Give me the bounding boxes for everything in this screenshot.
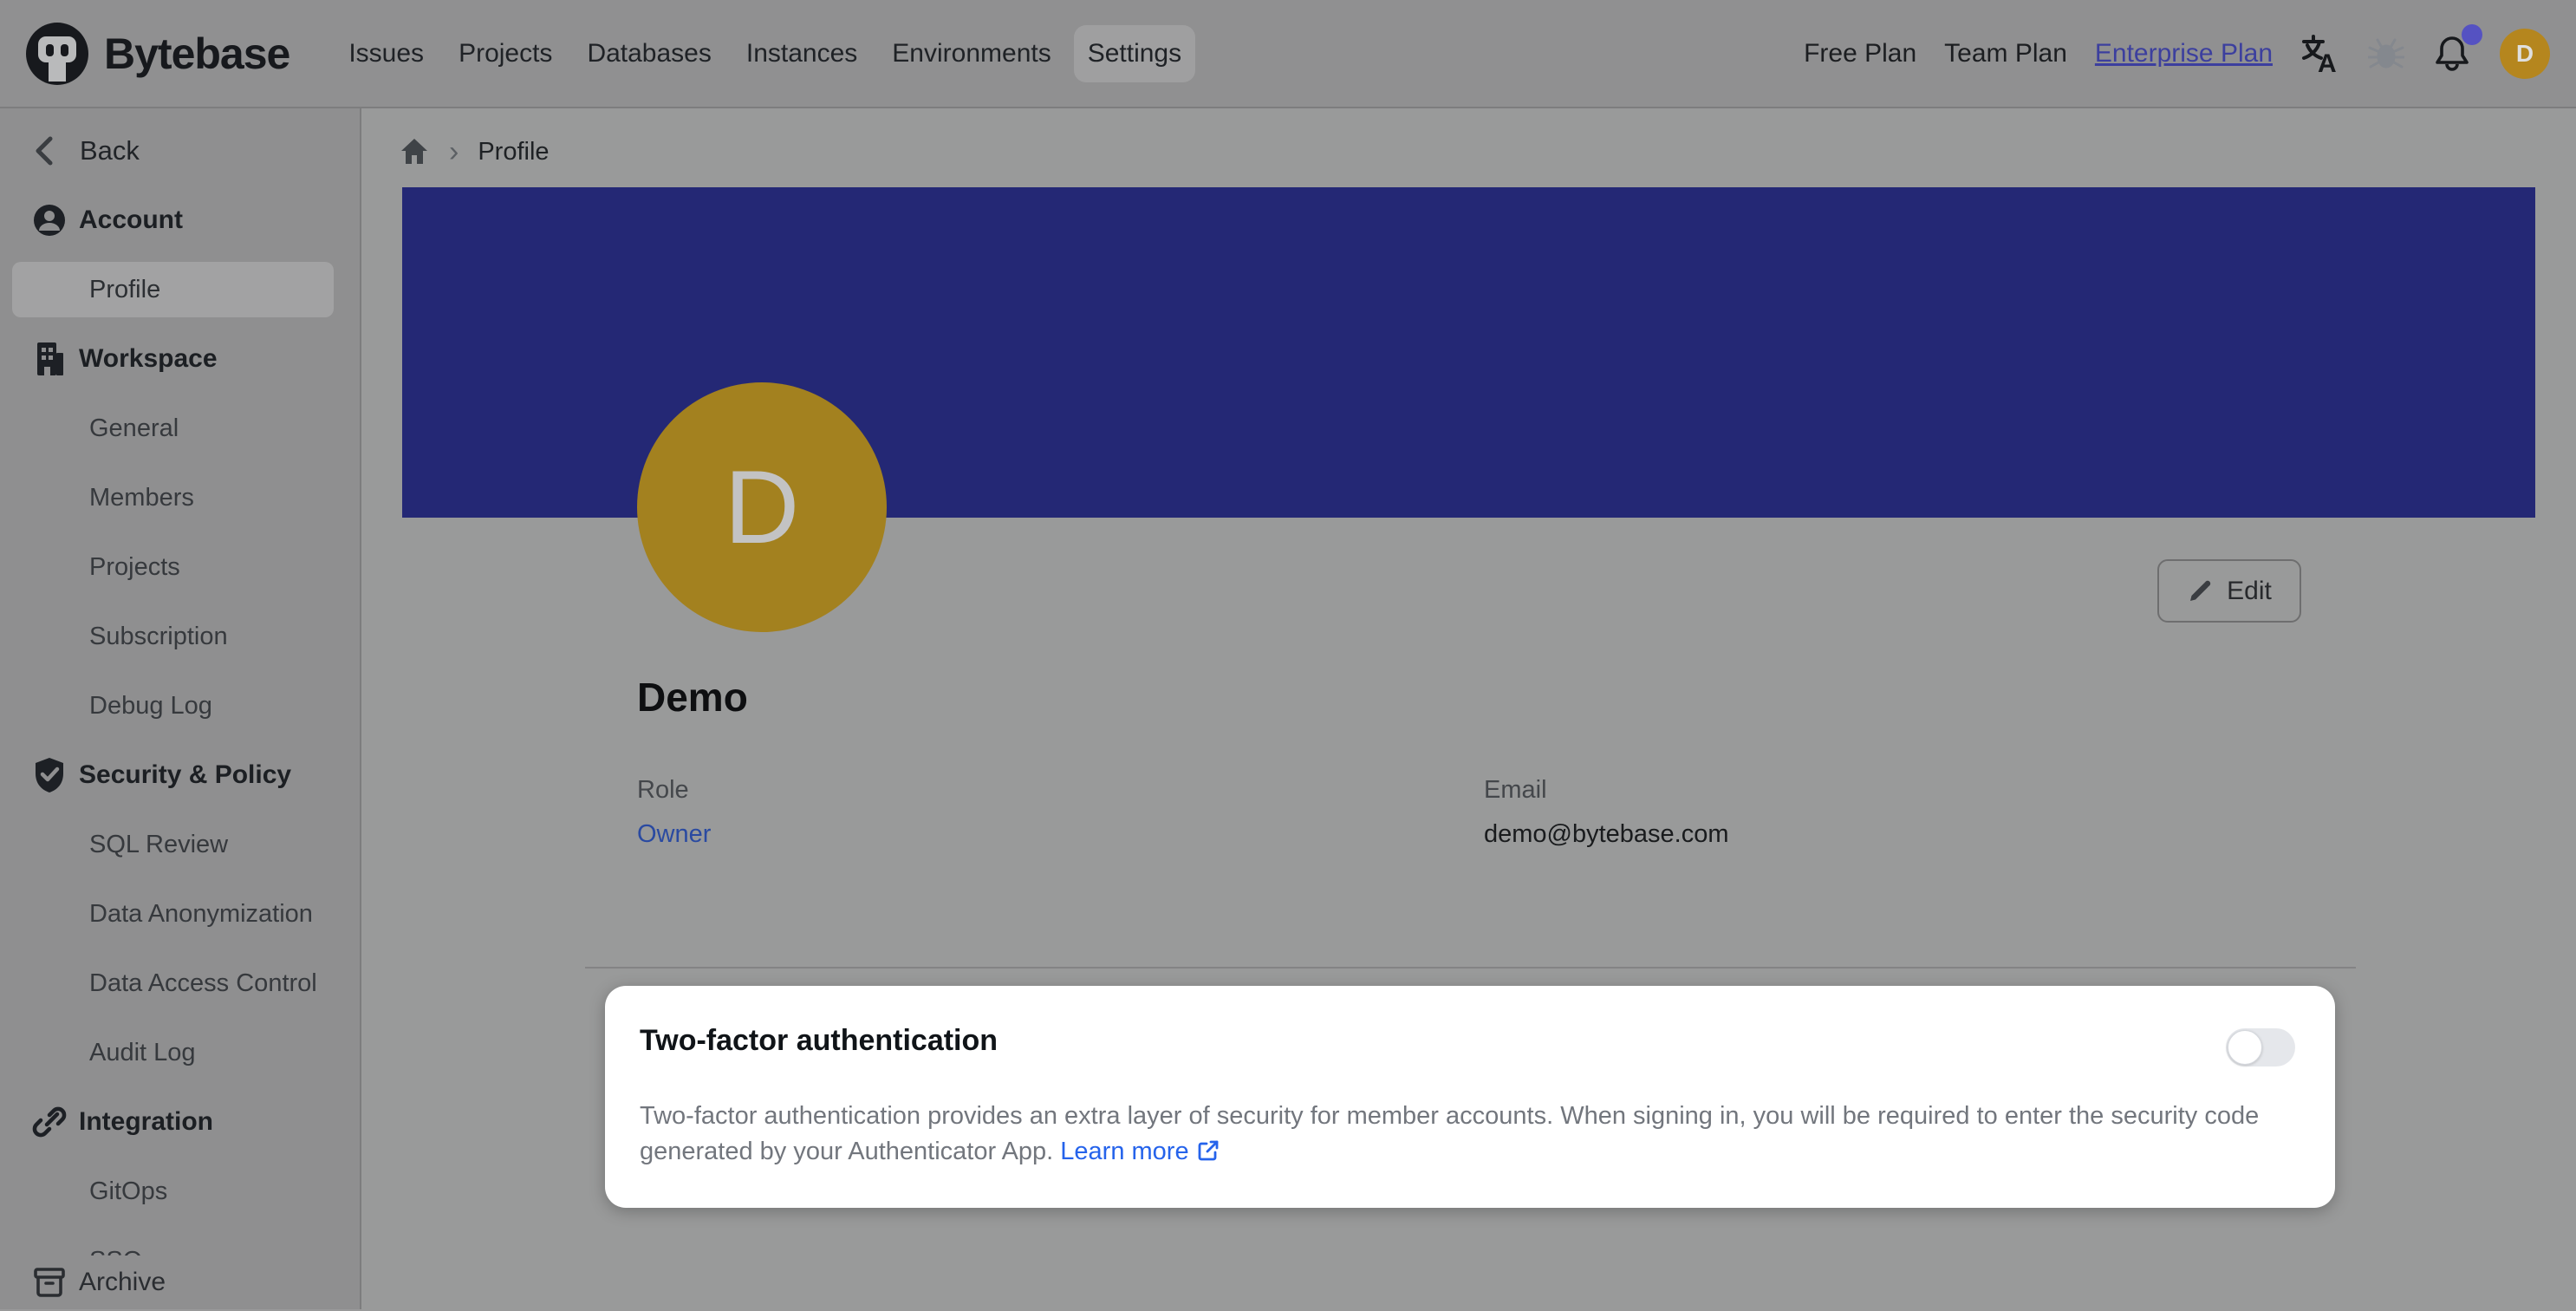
bell-icon[interactable] — [2432, 33, 2472, 75]
section-integration: Integration — [0, 1087, 360, 1157]
two-factor-toggle[interactable] — [2226, 1028, 2295, 1066]
link-icon — [31, 1104, 68, 1140]
sidebar-item-members[interactable]: Members — [0, 463, 360, 532]
section-security-policy: Security & Policy — [0, 740, 360, 810]
section-account: Account — [0, 186, 360, 255]
sidebar-item-sso[interactable]: SSO — [0, 1226, 360, 1256]
sidebar-item-projects[interactable]: Projects — [0, 532, 360, 602]
role-value-link[interactable]: Owner — [637, 820, 1484, 849]
two-factor-card: Two-factor authentication Two-factor aut… — [605, 986, 2335, 1208]
section-divider — [585, 967, 2356, 969]
settings-sidebar: Back Account Profile Workspace General M… — [0, 108, 361, 1309]
profile-avatar: D — [637, 382, 887, 632]
sidebar-item-profile[interactable]: Profile — [12, 262, 334, 317]
two-factor-title: Two-factor authentication — [640, 1024, 998, 1058]
notification-dot — [2462, 24, 2482, 45]
email-label: Email — [1484, 776, 2331, 805]
profile-fields: Role Owner Email demo@bytebase.com — [637, 776, 2331, 849]
free-plan-label: Free Plan — [1804, 39, 1916, 68]
building-icon — [31, 341, 68, 377]
breadcrumb-current: Profile — [478, 138, 549, 166]
user-icon — [31, 202, 68, 238]
back-label: Back — [80, 135, 140, 166]
main-content: › Profile D Edit Demo Role Owner Email d… — [361, 108, 2576, 1309]
nav-right-cluster: Free Plan Team Plan Enterprise Plan A — [1804, 29, 2550, 79]
email-value: demo@bytebase.com — [1484, 820, 2331, 849]
sidebar-item-gitops[interactable]: GitOps — [0, 1157, 360, 1226]
learn-more-link[interactable]: Learn more — [1060, 1138, 1220, 1165]
bug-icon[interactable] — [2368, 36, 2404, 72]
role-field: Role Owner — [637, 776, 1484, 849]
section-workspace: Workspace — [0, 324, 360, 394]
bytebase-logo-icon — [26, 23, 88, 85]
svg-text:A: A — [2318, 49, 2337, 74]
sidebar-item-sql-review[interactable]: SQL Review — [0, 810, 360, 879]
chevron-left-icon — [26, 134, 62, 168]
translate-icon[interactable]: A — [2300, 34, 2340, 74]
top-nav: Bytebase Issues Projects Databases Insta… — [0, 0, 2576, 108]
brand[interactable]: Bytebase — [26, 23, 289, 85]
sidebar-item-data-anonymization[interactable]: Data Anonymization — [0, 879, 360, 949]
nav-item-instances[interactable]: Instances — [734, 25, 869, 82]
back-button[interactable]: Back — [0, 116, 360, 186]
nav-item-databases[interactable]: Databases — [575, 25, 723, 82]
two-factor-description: Two-factor authentication provides an ex… — [640, 1099, 2304, 1170]
nav-item-settings[interactable]: Settings — [1074, 25, 1195, 82]
shield-icon — [31, 756, 68, 794]
sidebar-item-data-access-control[interactable]: Data Access Control — [0, 949, 360, 1018]
nav-item-environments[interactable]: Environments — [880, 25, 1063, 82]
sidebar-scroll-area: Back Account Profile Workspace General M… — [0, 108, 360, 1256]
sidebar-item-audit-log[interactable]: Audit Log — [0, 1018, 360, 1087]
pencil-icon — [2187, 578, 2213, 604]
external-link-icon — [1196, 1138, 1220, 1163]
home-icon[interactable] — [399, 136, 430, 167]
user-avatar[interactable]: D — [2500, 29, 2550, 79]
team-plan-label: Team Plan — [1944, 39, 2067, 68]
archive-icon — [31, 1266, 68, 1299]
toggle-knob — [2228, 1030, 2262, 1065]
breadcrumb: › Profile — [399, 130, 550, 173]
nav-item-issues[interactable]: Issues — [336, 25, 436, 82]
sidebar-item-general[interactable]: General — [0, 394, 360, 463]
profile-name: Demo — [637, 674, 748, 721]
main-menu: Issues Projects Databases Instances Envi… — [336, 25, 1195, 82]
edit-profile-button[interactable]: Edit — [2157, 559, 2301, 623]
role-label: Role — [637, 776, 1484, 805]
nav-item-projects[interactable]: Projects — [446, 25, 564, 82]
sidebar-item-subscription[interactable]: Subscription — [0, 602, 360, 671]
email-field: Email demo@bytebase.com — [1484, 776, 2331, 849]
edit-label: Edit — [2227, 577, 2272, 606]
sidebar-item-archive[interactable]: Archive — [0, 1256, 360, 1309]
sidebar-item-debug-log[interactable]: Debug Log — [0, 671, 360, 740]
enterprise-plan-link[interactable]: Enterprise Plan — [2095, 39, 2273, 68]
brand-name: Bytebase — [104, 29, 289, 79]
chevron-right-icon: › — [449, 135, 459, 169]
